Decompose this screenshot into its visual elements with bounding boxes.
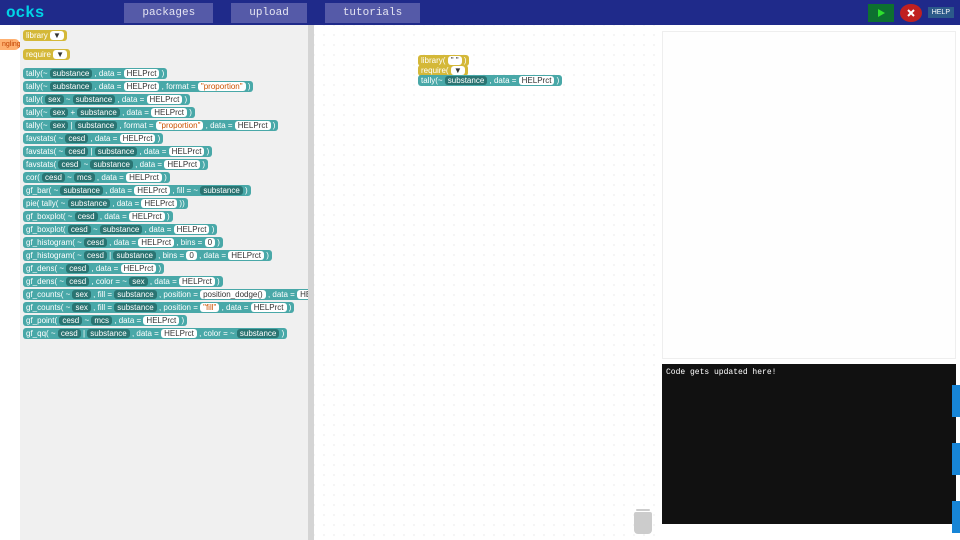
category-tabs: ngling xyxy=(0,25,20,540)
plot-output xyxy=(662,31,956,359)
palette-block[interactable]: tally(~ substance , data = HELPrct ) xyxy=(23,68,167,79)
workspace-canvas[interactable]: library( " " ) require( ▼ tally(~ substa… xyxy=(314,25,658,540)
canvas-tally-block[interactable]: tally(~ substance , data = HELPrct ) xyxy=(418,75,562,86)
block-palette[interactable]: library ▼ require ▼ tally(~ substance , … xyxy=(20,25,314,540)
palette-block[interactable]: gf_histogram( ~ cesd | substance , bins … xyxy=(23,250,272,261)
help-button[interactable]: HELP xyxy=(928,7,954,18)
top-bar: ocks packages upload tutorials HELP xyxy=(0,0,960,25)
trash-icon[interactable] xyxy=(634,512,652,534)
stop-button[interactable] xyxy=(900,4,922,22)
canvas-library-block[interactable]: library( " " ) xyxy=(418,55,469,66)
upload-button[interactable]: upload xyxy=(231,3,307,23)
palette-block[interactable]: gf_boxplot( ~ cesd , data = HELPrct ) xyxy=(23,211,173,222)
palette-block[interactable]: pie( tally( ~ substance , data = HELPrct… xyxy=(23,198,188,209)
palette-block[interactable]: tally(~ sex | substance , format = "prop… xyxy=(23,120,278,131)
canvas-require-block[interactable]: require( ▼ xyxy=(418,65,468,76)
palette-block[interactable]: gf_point( cesd ~ mcs , data = HELPrct ) xyxy=(23,315,187,326)
placed-blocks: library( " " ) require( ▼ tally(~ substa… xyxy=(418,55,562,85)
output-panel: Code gets updated here! xyxy=(658,25,960,540)
play-icon xyxy=(876,8,886,18)
library-block[interactable]: library ▼ xyxy=(23,30,67,41)
run-button[interactable] xyxy=(868,4,894,22)
palette-block[interactable]: cor( cesd ~ mcs , data = HELPrct ) xyxy=(23,172,170,183)
side-action-2[interactable] xyxy=(952,443,960,475)
palette-block[interactable]: favstats( ~ cesd | substance , data = HE… xyxy=(23,146,212,157)
require-block[interactable]: require ▼ xyxy=(23,49,70,60)
palette-block[interactable]: gf_dens( ~ cesd , color = ~ sex , data =… xyxy=(23,276,223,287)
palette-block[interactable]: favstats( ~ cesd , data = HELPrct ) xyxy=(23,133,163,144)
code-output: Code gets updated here! xyxy=(662,364,956,524)
palette-block[interactable]: gf_boxplot( cesd ~ substance , data = HE… xyxy=(23,224,217,235)
wrangling-tab[interactable]: ngling xyxy=(0,39,20,50)
logo: ocks xyxy=(6,4,44,22)
side-action-1[interactable] xyxy=(952,385,960,417)
palette-block[interactable]: gf_counts( ~ sex , fill = substance , po… xyxy=(23,302,294,313)
palette-block[interactable]: favstats( cesd ~ substance , data = HELP… xyxy=(23,159,208,170)
palette-block[interactable]: gf_bar( ~ substance , data = HELPrct , f… xyxy=(23,185,251,196)
tutorials-button[interactable]: tutorials xyxy=(325,3,420,23)
palette-block[interactable]: gf_counts( ~ sex , fill = substance , po… xyxy=(23,289,314,300)
palette-block[interactable]: gf_qq( ~ cesd | substance , data = HELPr… xyxy=(23,328,287,339)
palette-block[interactable]: tally(~ substance , data = HELPrct , for… xyxy=(23,81,253,92)
palette-block[interactable]: tally( sex ~ substance , data = HELPrct … xyxy=(23,94,190,105)
side-action-3[interactable] xyxy=(952,501,960,533)
palette-block[interactable]: tally(~ sex + substance , data = HELPrct… xyxy=(23,107,195,118)
packages-button[interactable]: packages xyxy=(124,3,213,23)
palette-block[interactable]: gf_dens( ~ cesd , data = HELPrct ) xyxy=(23,263,164,274)
code-hint: Code gets updated here! xyxy=(666,368,776,377)
stop-icon xyxy=(906,8,916,18)
palette-block[interactable]: gf_histogram( ~ cesd , data = HELPrct , … xyxy=(23,237,223,248)
